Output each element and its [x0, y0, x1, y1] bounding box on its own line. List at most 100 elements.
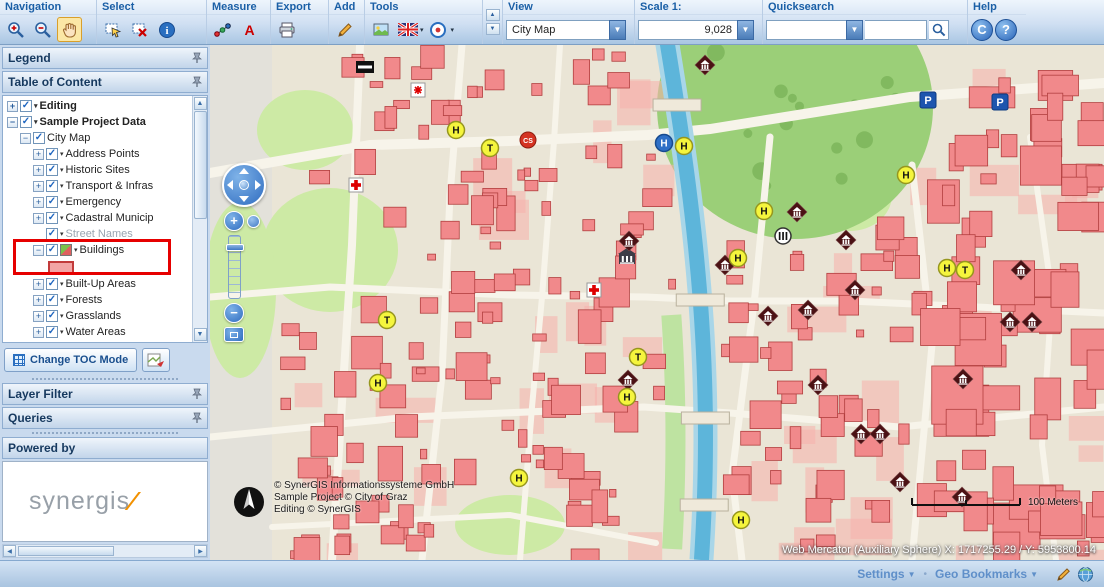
layer-checkbox[interactable]: ✓	[46, 180, 58, 192]
map-marker-h[interactable]: H	[511, 470, 528, 487]
zoom-box-button[interactable]	[247, 215, 260, 228]
change-toc-mode-button[interactable]: Change TOC Mode	[4, 348, 137, 372]
zoom-slider-thumb[interactable]	[226, 244, 244, 251]
quicksearch-category-select[interactable]: ▼	[766, 20, 863, 40]
map-extent-button[interactable]	[142, 348, 170, 372]
layer-filter-panel-header[interactable]: Layer Filter	[2, 383, 208, 405]
layer-menu-caret-icon[interactable]: ▾	[34, 102, 38, 110]
pan-center-icon[interactable]	[239, 180, 249, 190]
toc-item-grasslands[interactable]: +✓▾Grasslands	[3, 308, 192, 324]
queries-panel-header[interactable]: Queries	[2, 407, 208, 429]
zoom-out-map-button[interactable]: −	[224, 303, 244, 323]
map-marker-star[interactable]	[411, 83, 425, 97]
zoom-in-button[interactable]	[3, 17, 28, 42]
zoom-slider[interactable]	[228, 235, 241, 299]
map-marker-cross[interactable]	[587, 283, 601, 297]
scale-select[interactable]: 9,028 ▼	[638, 20, 754, 40]
draw-button[interactable]	[332, 17, 357, 42]
pin-icon[interactable]	[192, 76, 202, 88]
layer-menu-caret-icon[interactable]: ▾	[34, 118, 38, 126]
layer-checkbox[interactable]: ✓	[46, 196, 58, 208]
expand-toggle-icon[interactable]: −	[33, 245, 44, 256]
layer-checkbox[interactable]: ✓	[46, 278, 58, 290]
tool-options-button[interactable]	[426, 17, 451, 42]
select-features-button[interactable]	[100, 17, 125, 42]
layer-menu-caret-icon[interactable]: ▾	[60, 198, 64, 206]
map-marker-p[interactable]: P	[920, 92, 936, 108]
map-marker-hblue[interactable]: H	[656, 135, 673, 152]
tool-options-caret-icon[interactable]: ▾	[451, 26, 455, 34]
sidebar-horizontal-scrollbar[interactable]: ◀ ▶	[2, 544, 208, 558]
layer-menu-caret-icon[interactable]: ▾	[60, 328, 64, 336]
pan-down-icon[interactable]	[239, 196, 249, 202]
layer-menu-caret-icon[interactable]: ▾	[60, 312, 64, 320]
map-marker-t[interactable]: T	[482, 140, 499, 157]
quicksearch-select-caret-icon[interactable]: ▼	[846, 20, 863, 40]
toc-item-built-up-areas[interactable]: +✓▾Built-Up Areas	[3, 276, 192, 292]
language-button[interactable]	[395, 17, 420, 42]
toc-item-street-names[interactable]: ✓▾Street Names	[3, 226, 192, 242]
toc-item-water-areas[interactable]: +✓▾Water Areas	[3, 324, 192, 340]
view-select[interactable]: City Map ▼	[506, 20, 626, 40]
map-marker-h[interactable]: H	[448, 122, 465, 139]
pan-left-icon[interactable]	[227, 180, 233, 190]
zoom-out-button[interactable]	[30, 17, 55, 42]
expand-toggle-icon[interactable]: +	[33, 181, 44, 192]
quicksearch-button[interactable]	[929, 20, 949, 40]
zoom-in-map-button[interactable]: +	[224, 211, 244, 231]
map-marker-t[interactable]: T	[379, 312, 396, 329]
expand-toggle-icon[interactable]: +	[7, 101, 18, 112]
map-marker-h[interactable]: H	[676, 138, 693, 155]
image-tool-button[interactable]	[368, 17, 393, 42]
full-extent-button[interactable]	[224, 327, 244, 342]
quicksearch-input[interactable]	[865, 20, 927, 40]
map-marker-h[interactable]: H	[756, 203, 773, 220]
toc-item-address-points[interactable]: +✓▾Address Points	[3, 146, 192, 162]
help-button[interactable]: ?	[995, 19, 1017, 41]
horizontal-scroll-thumb[interactable]	[18, 546, 114, 556]
scroll-down-icon[interactable]: ▼	[194, 328, 207, 341]
layer-checkbox[interactable]: ✓	[46, 164, 58, 176]
layer-checkbox[interactable]: ✓	[46, 244, 58, 256]
settings-link[interactable]: Settings ▼	[857, 567, 915, 581]
toc-item-city-map[interactable]: −✓City Map	[3, 130, 192, 146]
map-marker-h[interactable]: H	[939, 260, 956, 277]
layer-menu-caret-icon[interactable]: ▾	[60, 214, 64, 222]
toolbar-expand-button[interactable]: ▲	[486, 9, 500, 21]
layer-checkbox[interactable]: ✓	[20, 116, 32, 128]
layer-menu-caret-icon[interactable]: ▾	[60, 150, 64, 158]
toc-item-sample-project-data[interactable]: −✓▾Sample Project Data	[3, 114, 192, 130]
map-marker-cross[interactable]	[349, 178, 363, 192]
expand-toggle-icon[interactable]: +	[33, 165, 44, 176]
layer-checkbox[interactable]: ✓	[46, 148, 58, 160]
map-marker-t[interactable]: T	[957, 262, 974, 279]
layer-menu-caret-icon[interactable]: ▾	[60, 230, 64, 238]
core-button[interactable]: C	[971, 19, 993, 41]
layer-checkbox[interactable]: ✓	[46, 228, 58, 240]
globe-status-icon[interactable]	[1077, 566, 1094, 583]
map-marker-station[interactable]	[775, 228, 791, 244]
pin-icon[interactable]	[192, 412, 202, 424]
pan-button[interactable]	[57, 17, 82, 42]
toolbar-collapse-button[interactable]: ▼	[486, 23, 500, 35]
geo-bookmarks-link[interactable]: Geo Bookmarks ▼	[935, 567, 1038, 581]
edit-status-icon[interactable]	[1056, 566, 1072, 582]
scroll-right-icon[interactable]: ▶	[194, 545, 207, 557]
scroll-thumb[interactable]	[194, 111, 207, 219]
map-marker-h[interactable]: H	[370, 375, 387, 392]
layer-menu-caret-icon[interactable]: ▾	[60, 280, 64, 288]
measure-button[interactable]	[210, 17, 235, 42]
expand-toggle-icon[interactable]: +	[33, 213, 44, 224]
map-marker-t[interactable]: T	[630, 349, 647, 366]
scroll-up-icon[interactable]: ▲	[194, 97, 207, 110]
identify-button[interactable]: i	[154, 17, 179, 42]
layer-checkbox[interactable]: ✓	[46, 294, 58, 306]
expand-toggle-icon[interactable]: +	[33, 197, 44, 208]
map-marker-h[interactable]: H	[733, 512, 750, 529]
legend-panel-header[interactable]: Legend	[2, 47, 208, 69]
toc-scrollbar[interactable]: ▲ ▼	[192, 96, 207, 342]
expand-toggle-icon[interactable]: +	[33, 149, 44, 160]
toc-item-emergency[interactable]: +✓▾Emergency	[3, 194, 192, 210]
view-select-caret-icon[interactable]: ▼	[609, 20, 626, 40]
layer-menu-caret-icon[interactable]: ▾	[60, 296, 64, 304]
